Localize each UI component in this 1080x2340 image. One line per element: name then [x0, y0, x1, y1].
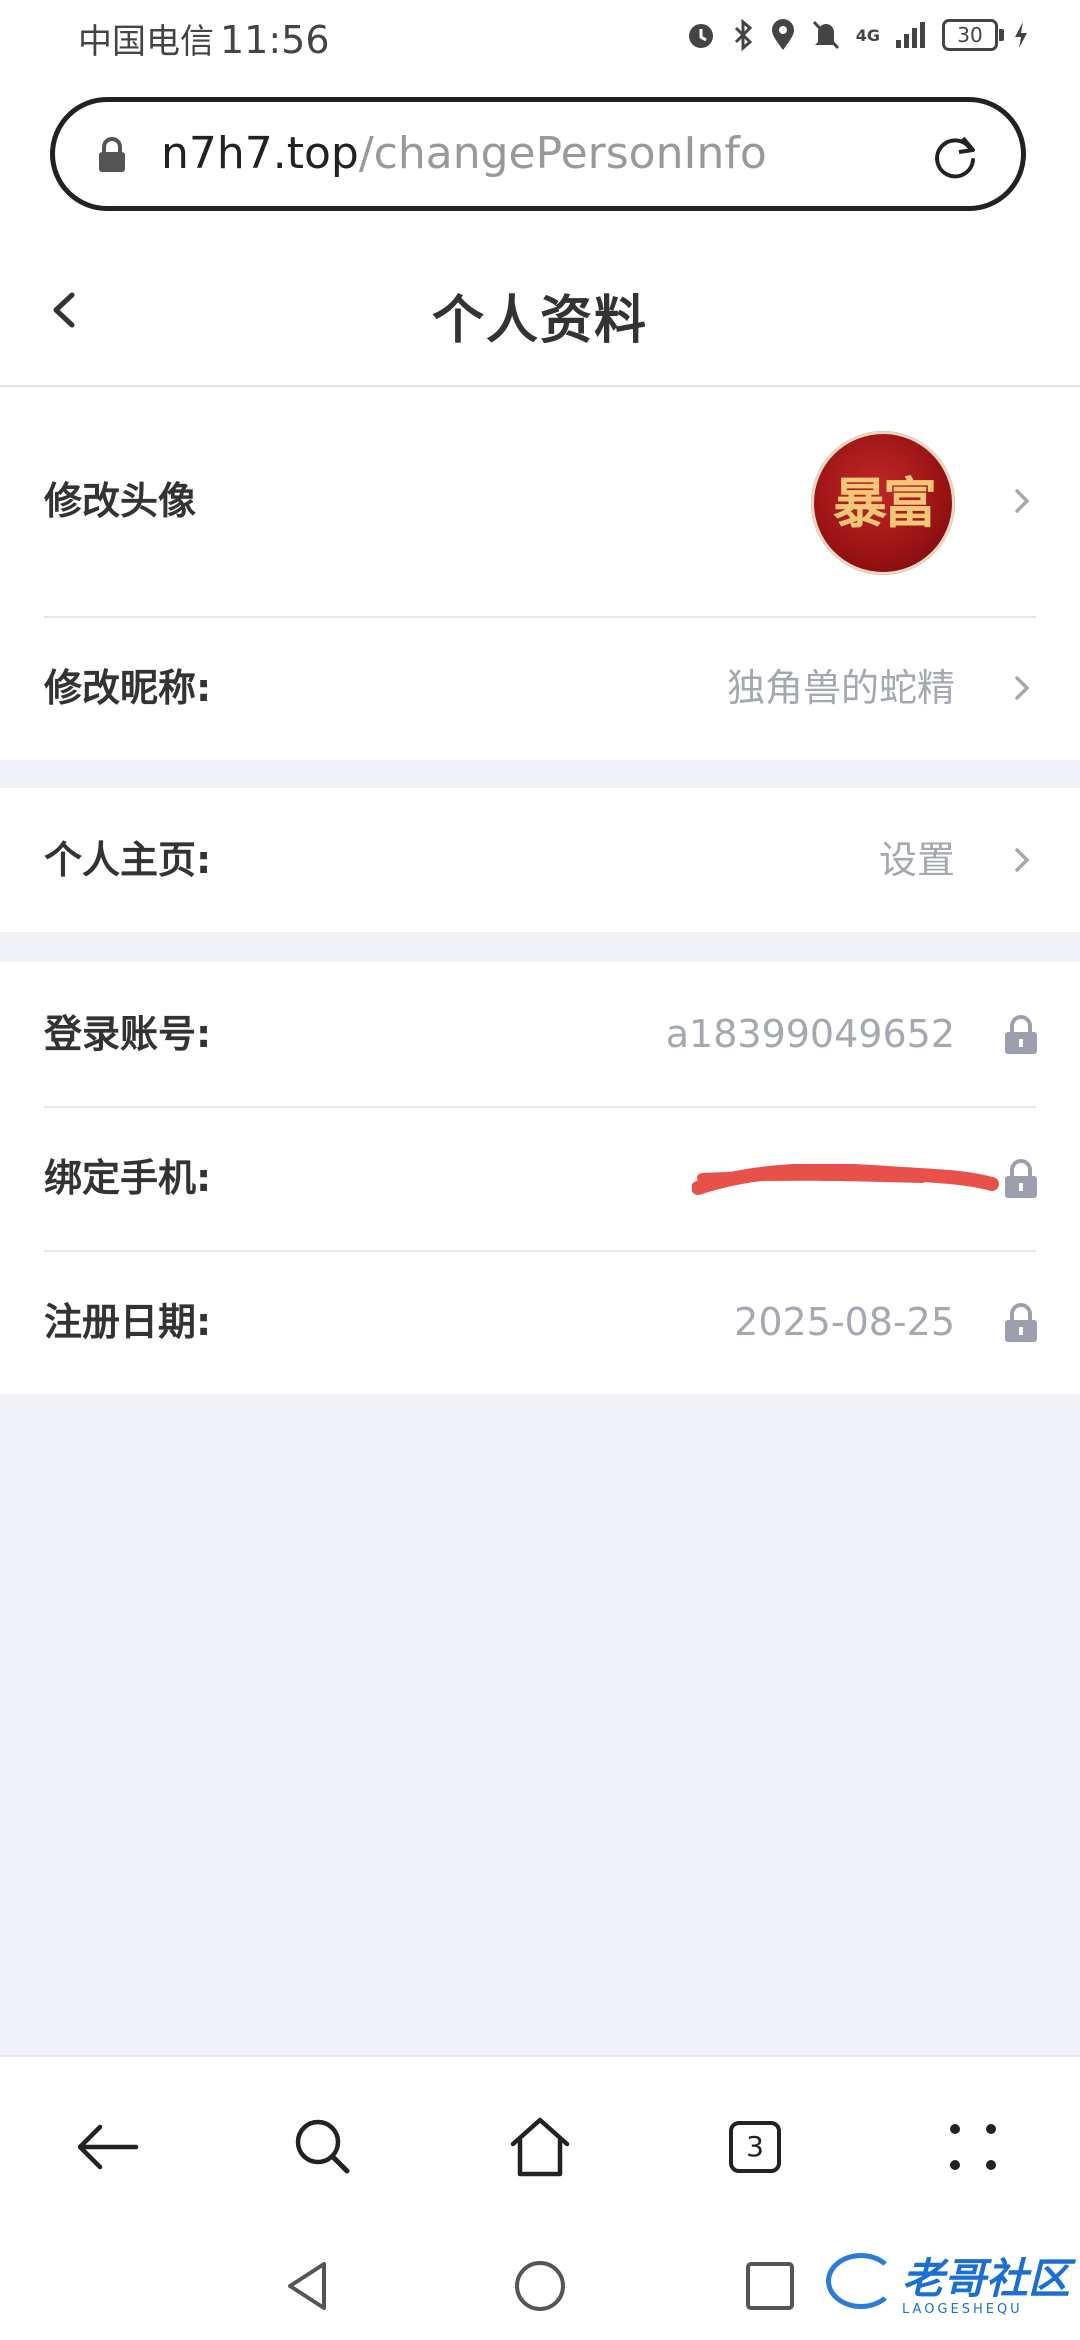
address-bar[interactable]: n7h7.top/changePersonInfo	[50, 97, 1026, 211]
watermark: 老哥社区 LAOGESHEQU	[825, 2245, 1070, 2317]
bluetooth-icon	[734, 18, 752, 52]
phone-row: 绑定手机:	[0, 1106, 1080, 1250]
url-text[interactable]: n7h7.top/changePersonInfo	[161, 128, 767, 179]
arrow-left-icon	[77, 2124, 139, 2170]
chevron-right-icon	[1015, 848, 1030, 872]
browser-toolbar: n7h7.top/changePersonInfo	[0, 80, 1080, 230]
lock-icon	[1005, 1015, 1037, 1054]
carrier-name: 中国电信	[78, 22, 214, 62]
avatar-text: 暴富	[833, 471, 937, 535]
redaction-scribble	[692, 1164, 999, 1195]
alarm-icon	[688, 24, 713, 48]
network-type-label: 4G	[855, 25, 880, 45]
charging-icon	[1015, 22, 1027, 48]
dragon-logo-icon	[825, 2253, 896, 2309]
home-icon	[510, 2117, 570, 2177]
home-button[interactable]	[505, 2112, 575, 2182]
system-back-icon[interactable]	[282, 2258, 332, 2314]
register-date-value: 2025-08-25	[734, 1300, 955, 1344]
lock-icon	[1005, 1303, 1037, 1342]
avatar-row[interactable]: 修改头像 暴富	[0, 387, 1080, 616]
status-icons: 4G 30	[684, 18, 1030, 52]
lock-icon	[99, 137, 125, 172]
search-icon	[295, 2119, 350, 2174]
chevron-right-icon	[1015, 676, 1030, 700]
more-dots-icon	[950, 2124, 996, 2170]
system-home-icon[interactable]	[512, 2258, 568, 2314]
tabs-count: 3	[729, 2121, 781, 2173]
url-path: /changePersonInfo	[358, 128, 767, 179]
watermark-text: 老哥社区	[901, 2254, 1070, 2303]
account-value: a18399049652	[665, 1012, 955, 1056]
homepage-row[interactable]: 个人主页: 设置	[0, 788, 1080, 932]
avatar-label: 修改头像	[44, 479, 197, 523]
page-header: 个人资料	[0, 230, 1080, 387]
browser-bottom-bar: 3	[0, 2055, 1080, 2232]
lock-icon	[1005, 1159, 1037, 1198]
nickname-label: 修改昵称:	[44, 666, 212, 710]
avatar[interactable]: 暴富	[811, 431, 955, 575]
system-recents-icon[interactable]	[744, 2258, 796, 2314]
clock: 11:56	[220, 18, 330, 62]
phone-label: 绑定手机:	[44, 1156, 212, 1200]
carrier-and-time: 中国电信 11:56	[78, 14, 330, 63]
homepage-label: 个人主页:	[44, 838, 212, 882]
reload-icon[interactable]	[927, 128, 983, 184]
location-icon	[771, 19, 794, 50]
homepage-value: 设置	[878, 838, 955, 882]
back-button[interactable]	[72, 2112, 142, 2182]
status-bar: 中国电信 11:56 4G 30	[0, 0, 1080, 80]
search-button[interactable]	[288, 2112, 358, 2182]
nickname-row[interactable]: 修改昵称: 独角兽的蛇精	[0, 616, 1080, 760]
nickname-value: 独角兽的蛇精	[726, 666, 955, 710]
url-domain: n7h7.top	[161, 128, 359, 179]
tabs-button[interactable]: 3	[720, 2112, 790, 2182]
account-info-group: 登录账号: a18399049652 绑定手机: 注册日期: 2025-08-2…	[0, 962, 1080, 1394]
signal-icon	[896, 22, 925, 48]
account-label: 登录账号:	[44, 1012, 212, 1056]
profile-basic-group: 修改头像 暴富 修改昵称: 独角兽的蛇精	[0, 387, 1080, 760]
register-date-label: 注册日期:	[44, 1300, 212, 1344]
chevron-right-icon	[1015, 489, 1030, 513]
page-title: 个人资料	[431, 291, 648, 351]
battery-indicator: 30	[942, 19, 1004, 51]
homepage-group: 个人主页: 设置	[0, 788, 1080, 932]
menu-button[interactable]	[938, 2112, 1008, 2182]
mute-bell-icon	[812, 20, 839, 50]
register-date-row: 注册日期: 2025-08-25	[0, 1250, 1080, 1394]
account-row: 登录账号: a18399049652	[0, 962, 1080, 1106]
